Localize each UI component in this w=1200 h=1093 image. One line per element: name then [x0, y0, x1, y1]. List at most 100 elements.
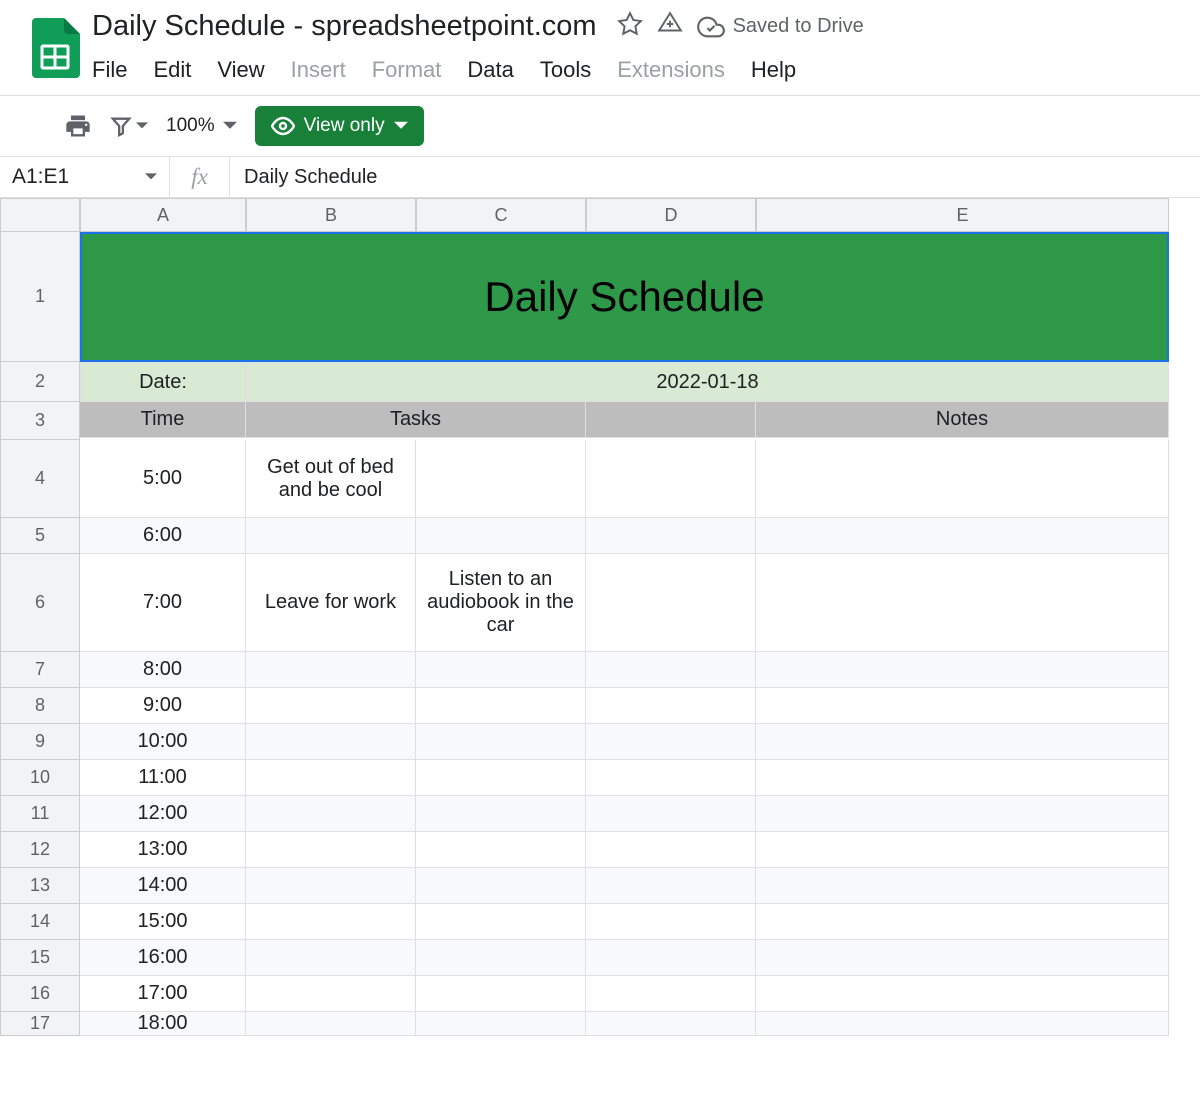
row-header-2[interactable]: 2 [0, 362, 80, 402]
cell-A12[interactable]: 13:00 [80, 832, 246, 868]
cell-B17[interactable] [246, 1012, 416, 1036]
cell-D13[interactable] [586, 868, 756, 904]
cell-B12[interactable] [246, 832, 416, 868]
column-header-D[interactable]: D [586, 198, 756, 232]
cell-D16[interactable] [586, 976, 756, 1012]
document-title[interactable]: Daily Schedule - spreadsheetpoint.com [92, 10, 597, 43]
menu-view[interactable]: View [217, 57, 264, 83]
row-header-12[interactable]: 12 [0, 832, 80, 868]
cell-E7[interactable] [756, 652, 1169, 688]
column-header-B[interactable]: B [246, 198, 416, 232]
cell-C9[interactable] [416, 724, 586, 760]
print-icon[interactable] [64, 112, 92, 140]
cell-E12[interactable] [756, 832, 1169, 868]
cell-B15[interactable] [246, 940, 416, 976]
cell-B14[interactable] [246, 904, 416, 940]
cell-D4[interactable] [586, 440, 756, 518]
cell-A5[interactable]: 6:00 [80, 518, 246, 554]
cell-C12[interactable] [416, 832, 586, 868]
cell-D9[interactable] [586, 724, 756, 760]
cell-C14[interactable] [416, 904, 586, 940]
cell-A17[interactable]: 18:00 [80, 1012, 246, 1036]
row-header-11[interactable]: 11 [0, 796, 80, 832]
column-header-E[interactable]: E [756, 198, 1169, 232]
cell-A11[interactable]: 12:00 [80, 796, 246, 832]
cell-A16[interactable]: 17:00 [80, 976, 246, 1012]
cell-B9[interactable] [246, 724, 416, 760]
row-header-6[interactable]: 6 [0, 554, 80, 652]
cell-E15[interactable] [756, 940, 1169, 976]
cloud-saved-icon[interactable]: Saved to Drive [697, 13, 864, 41]
cell-A4[interactable]: 5:00 [80, 440, 246, 518]
cell-E13[interactable] [756, 868, 1169, 904]
cell-C17[interactable] [416, 1012, 586, 1036]
menu-tools[interactable]: Tools [540, 57, 591, 83]
row-header-4[interactable]: 4 [0, 440, 80, 518]
row-header-13[interactable]: 13 [0, 868, 80, 904]
row-header-1[interactable]: 1 [0, 232, 80, 362]
cell-C13[interactable] [416, 868, 586, 904]
cell-E17[interactable] [756, 1012, 1169, 1036]
cell-E8[interactable] [756, 688, 1169, 724]
tasks-header-cell[interactable]: Tasks [246, 402, 586, 438]
cell-A9[interactable]: 10:00 [80, 724, 246, 760]
cell-B13[interactable] [246, 868, 416, 904]
cell-D11[interactable] [586, 796, 756, 832]
time-header-cell[interactable]: Time [80, 402, 246, 438]
cell-C8[interactable] [416, 688, 586, 724]
menu-help[interactable]: Help [751, 57, 796, 83]
date-label-cell[interactable]: Date: [80, 362, 246, 402]
cell-B11[interactable] [246, 796, 416, 832]
cell-A13[interactable]: 14:00 [80, 868, 246, 904]
cell-A8[interactable]: 9:00 [80, 688, 246, 724]
cell-D10[interactable] [586, 760, 756, 796]
row-header-10[interactable]: 10 [0, 760, 80, 796]
cell-B6[interactable]: Leave for work [246, 554, 416, 652]
cell-D6[interactable] [586, 554, 756, 652]
cell-D3[interactable] [586, 402, 756, 438]
star-icon[interactable] [617, 11, 643, 42]
zoom-dropdown[interactable]: 100% [166, 115, 237, 137]
cell-D5[interactable] [586, 518, 756, 554]
cell-A6[interactable]: 7:00 [80, 554, 246, 652]
row-header-9[interactable]: 9 [0, 724, 80, 760]
view-only-button[interactable]: View only [255, 106, 424, 146]
cell-A14[interactable]: 15:00 [80, 904, 246, 940]
cell-D17[interactable] [586, 1012, 756, 1036]
move-icon[interactable] [657, 11, 683, 42]
row-header-16[interactable]: 16 [0, 976, 80, 1012]
row-header-8[interactable]: 8 [0, 688, 80, 724]
row-header-7[interactable]: 7 [0, 652, 80, 688]
select-all-corner[interactable] [0, 198, 80, 232]
row-header-15[interactable]: 15 [0, 940, 80, 976]
column-header-C[interactable]: C [416, 198, 586, 232]
cell-B10[interactable] [246, 760, 416, 796]
menu-data[interactable]: Data [467, 57, 513, 83]
row-header-5[interactable]: 5 [0, 518, 80, 554]
title-cell[interactable]: Daily Schedule [80, 232, 1169, 362]
cell-E14[interactable] [756, 904, 1169, 940]
cell-E6[interactable] [756, 554, 1169, 652]
row-header-17[interactable]: 17 [0, 1012, 80, 1036]
menu-file[interactable]: File [92, 57, 127, 83]
cell-D15[interactable] [586, 940, 756, 976]
cell-C16[interactable] [416, 976, 586, 1012]
cell-B7[interactable] [246, 652, 416, 688]
cell-E9[interactable] [756, 724, 1169, 760]
filter-icon[interactable] [110, 115, 148, 137]
cell-E5[interactable] [756, 518, 1169, 554]
cell-A7[interactable]: 8:00 [80, 652, 246, 688]
cell-D14[interactable] [586, 904, 756, 940]
cell-E10[interactable] [756, 760, 1169, 796]
cell-C6[interactable]: Listen to an audiobook in the car [416, 554, 586, 652]
cell-C10[interactable] [416, 760, 586, 796]
notes-header-cell[interactable]: Notes [756, 402, 1169, 438]
cell-C11[interactable] [416, 796, 586, 832]
cell-D12[interactable] [586, 832, 756, 868]
cell-E16[interactable] [756, 976, 1169, 1012]
cell-D8[interactable] [586, 688, 756, 724]
cell-B5[interactable] [246, 518, 416, 554]
cell-E11[interactable] [756, 796, 1169, 832]
cell-A10[interactable]: 11:00 [80, 760, 246, 796]
cell-B4[interactable]: Get out of bed and be cool [246, 440, 416, 518]
